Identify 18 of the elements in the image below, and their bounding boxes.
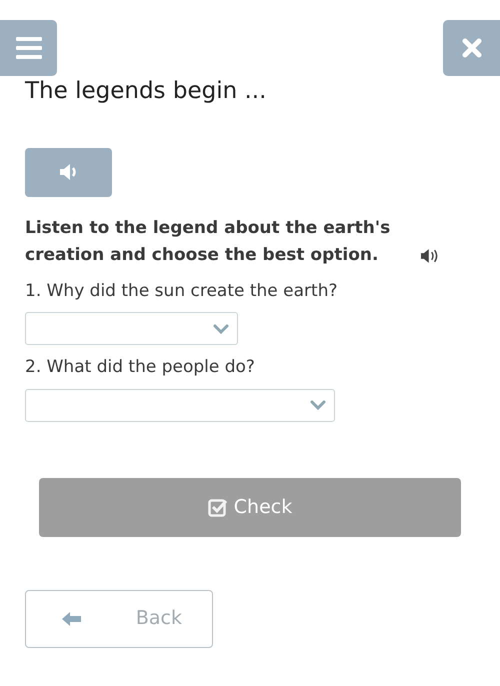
chevron-icon bbox=[213, 324, 229, 334]
instruction-text: Listen to the legend about the earth's creation and choose the best option. bbox=[25, 216, 392, 267]
answer-dropdown[interactable] bbox=[25, 312, 238, 346]
menu-button[interactable] bbox=[0, 20, 57, 76]
back-button[interactable]: Back bbox=[25, 590, 213, 648]
close-button[interactable] bbox=[443, 20, 500, 76]
question-text: 1. Why did the sun create the earth? bbox=[25, 280, 338, 303]
audio-button[interactable] bbox=[25, 148, 112, 197]
page-title: The legends begin ... bbox=[25, 78, 268, 106]
checkbox-icon bbox=[208, 497, 228, 518]
speaker-icon bbox=[58, 163, 78, 182]
answer-dropdown[interactable] bbox=[25, 388, 335, 422]
back-arrow-icon bbox=[62, 610, 82, 627]
menu-icon bbox=[16, 37, 42, 59]
speaker-icon[interactable] bbox=[420, 248, 440, 264]
question-text: 2. What did the people do? bbox=[25, 356, 256, 380]
close-icon bbox=[462, 38, 482, 58]
chevron-icon bbox=[310, 400, 326, 410]
